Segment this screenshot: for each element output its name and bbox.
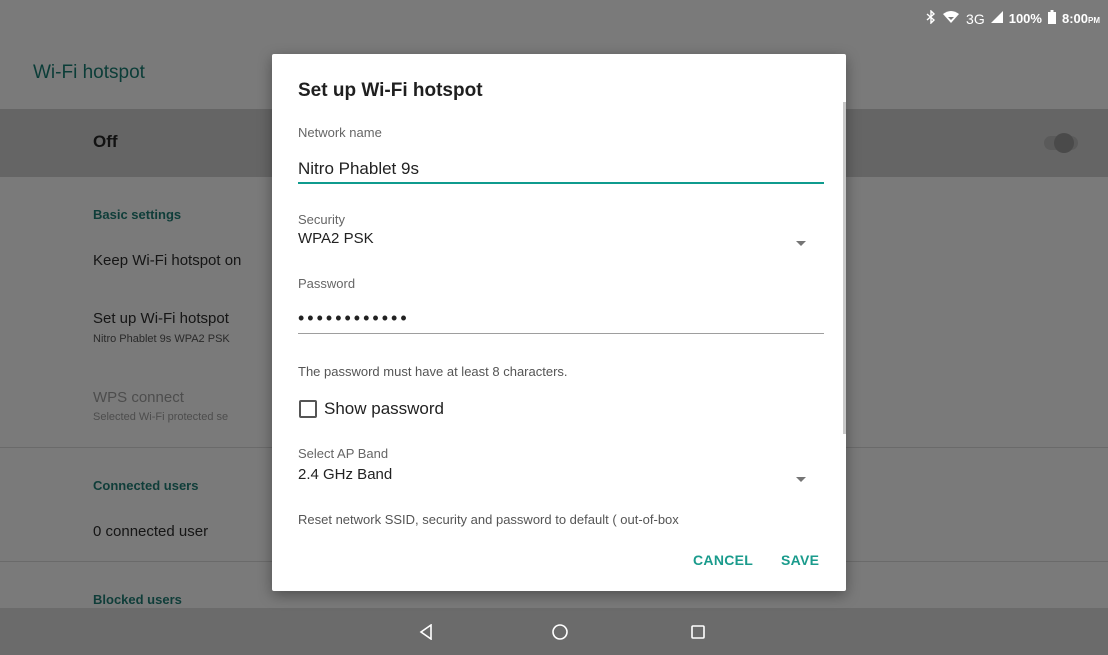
keep-hotspot-on-item[interactable]: Keep Wi-Fi hotspot on [93,252,241,269]
bluetooth-icon [926,9,936,27]
ap-band-dropdown-arrow-icon[interactable] [796,477,806,482]
cancel-button[interactable]: CANCEL [693,552,753,568]
wps-connect-item[interactable]: WPS connect [93,389,184,406]
back-button[interactable] [396,608,456,655]
show-password-label[interactable]: Show password [324,399,444,419]
save-button[interactable]: SAVE [781,552,819,568]
wps-connect-summary: Selected Wi-Fi protected se [93,411,229,423]
section-basic-settings: Basic settings [93,207,182,222]
network-name-input[interactable]: Nitro Phablet 9s [298,159,419,179]
setup-hotspot-summary: Nitro Phablet 9s WPA2 PSK [93,333,230,345]
hotspot-toggle[interactable] [1044,133,1078,153]
clock-ampm: PM [1088,16,1100,25]
ap-band-select[interactable]: 2.4 GHz Band [298,466,392,483]
show-password-checkbox[interactable] [299,400,317,418]
wifi-icon [942,10,960,27]
reset-defaults-option[interactable]: Reset network SSID, security and passwor… [298,512,818,534]
dialog-title: Set up Wi-Fi hotspot [298,80,483,101]
security-dropdown-arrow-icon[interactable] [796,241,806,246]
password-helper-text: The password must have at least 8 charac… [298,364,568,379]
section-connected-users: Connected users [93,478,199,493]
signal-icon [990,11,1003,26]
password-input[interactable]: •••••••••••• [298,308,410,329]
navigation-bar [0,608,1108,655]
network-name-underline [298,182,824,184]
page-title: Wi-Fi hotspot [33,62,145,83]
setup-hotspot-dialog: Set up Wi-Fi hotspot Network name Nitro … [272,54,846,591]
hotspot-switch-label: Off [93,132,118,151]
ap-band-label: Select AP Band [298,446,389,461]
network-type: 3G [966,10,985,27]
password-underline [298,333,824,334]
clock: 8:00PM [1062,11,1100,26]
dialog-scrollbar[interactable] [843,102,846,434]
status-icons: 3G 100% 8:00PM [926,9,1100,27]
status-bar: 3G 100% 8:00PM [0,0,1108,37]
section-blocked-users: Blocked users [93,592,182,607]
connected-users-count[interactable]: 0 connected user [93,523,208,540]
setup-hotspot-item[interactable]: Set up Wi-Fi hotspot [93,310,229,327]
battery-icon [1047,10,1056,27]
battery-percent: 100% [1008,11,1042,26]
recents-icon [691,624,705,639]
toggle-knob [1054,133,1074,153]
security-select[interactable]: WPA2 PSK [298,230,374,247]
home-button[interactable] [530,608,590,655]
recents-button[interactable] [668,608,728,655]
back-icon [419,623,432,640]
password-label: Password [298,276,356,291]
home-icon [552,623,568,640]
security-label: Security [298,212,345,227]
clock-time: 8:00 [1061,11,1088,26]
network-name-label: Network name [298,125,382,140]
